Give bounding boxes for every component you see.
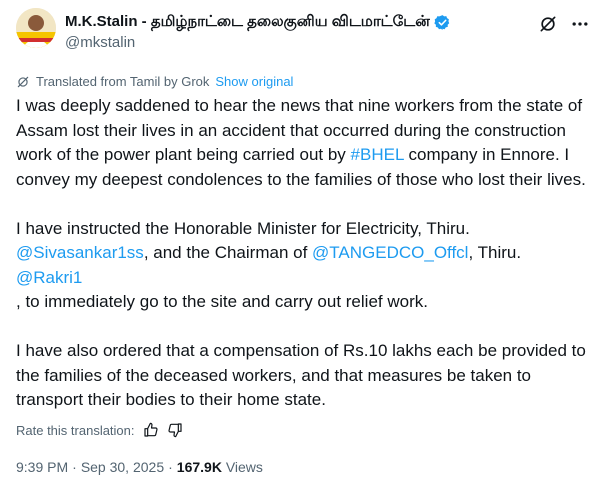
separator: · xyxy=(168,459,173,475)
avatar[interactable] xyxy=(16,8,56,48)
tweet-text-segment: , Thiru. xyxy=(468,243,522,262)
show-original-link[interactable]: Show original xyxy=(215,74,293,89)
verified-badge-icon xyxy=(434,14,451,31)
mention-link[interactable]: @Sivasankar1ss xyxy=(16,243,144,262)
grok-translate-icon xyxy=(16,75,30,89)
tweet-text: I was deeply saddened to hear the news t… xyxy=(16,94,588,437)
views-count: 167.9K xyxy=(176,459,222,475)
author-display-name[interactable]: M.K.Stalin - தமிழ்நாட்டை தலைகுனிய விடமாட… xyxy=(65,13,430,32)
author-handle[interactable]: @mkstalin xyxy=(65,34,135,51)
tweet-text-segment: , to immediately go to the site and carr… xyxy=(16,292,428,311)
rate-translation: Rate this translation: xyxy=(16,422,183,438)
rate-translation-label: Rate this translation: xyxy=(16,422,135,438)
header-actions xyxy=(538,14,590,34)
thumbs-up-icon[interactable] xyxy=(143,422,159,438)
tweet-paragraph-2: I have instructed the Honorable Minister… xyxy=(16,217,588,315)
thumbs-down-icon[interactable] xyxy=(167,422,183,438)
grok-icon[interactable] xyxy=(538,14,558,34)
translation-notice-text: Translated from Tamil by Grok xyxy=(36,74,210,89)
tweet-text-segment: , and the Chairman of xyxy=(143,243,313,262)
separator: · xyxy=(72,459,77,475)
author-name-row[interactable]: M.K.Stalin - தமிழ்நாட்டை தலைகுனிய விடமாட… xyxy=(65,13,451,32)
mention-link[interactable]: @TANGEDCO_Offcl xyxy=(312,243,468,262)
more-icon[interactable] xyxy=(570,14,590,34)
mention-link[interactable]: @Rakri1 xyxy=(16,268,82,287)
tweet-time[interactable]: 9:39 PM xyxy=(16,459,68,475)
tweet-date[interactable]: Sep 30, 2025 xyxy=(81,459,164,475)
hashtag-link[interactable]: #BHEL xyxy=(351,145,404,164)
avatar-image xyxy=(16,8,56,48)
tweet-text-segment: I have instructed the Honorable Minister… xyxy=(16,218,470,238)
tweet-paragraph-3: I have also ordered that a compensation … xyxy=(16,341,586,409)
tweet-paragraph-1: I was deeply saddened to hear the news t… xyxy=(16,94,588,192)
tweet-meta: 9:39 PM · Sep 30, 2025 · 167.9K Views xyxy=(16,459,263,475)
translation-notice: Translated from Tamil by Grok Show origi… xyxy=(16,74,293,89)
tweet-card: M.K.Stalin - தமிழ்நாட்டை தலைகுனிய விடமாட… xyxy=(0,0,602,491)
views-label: Views xyxy=(225,459,263,475)
